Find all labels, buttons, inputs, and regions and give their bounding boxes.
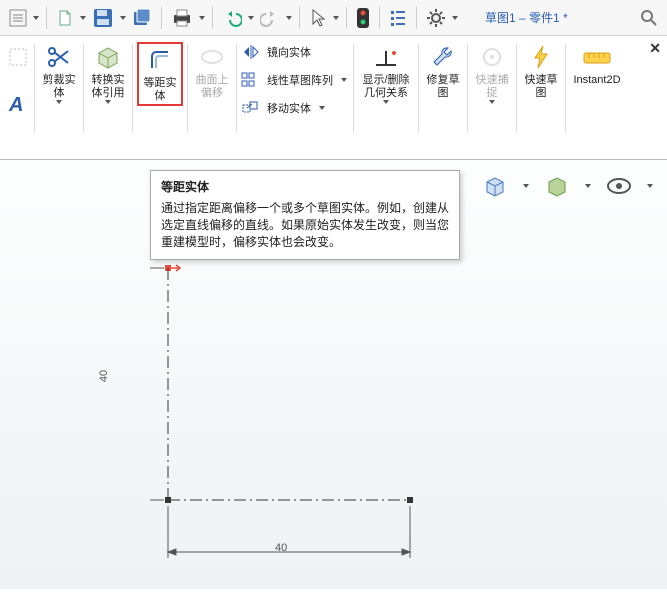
mirror-icon	[241, 42, 261, 62]
instant2d-button[interactable]: Instant2D	[570, 42, 624, 87]
dimension-horizontal[interactable]: 40	[275, 542, 287, 554]
chevron-down-icon[interactable]	[451, 16, 459, 20]
linear-pattern-button[interactable]: 线性草图阵列	[241, 70, 349, 90]
tooltip-title: 等距实体	[161, 179, 449, 196]
surface-offset-button: 曲面上偏移	[192, 42, 232, 100]
list-icon[interactable]	[386, 4, 410, 32]
chevron-down-icon[interactable]	[79, 16, 87, 20]
transform-stack: 镜向实体 线性草图阵列 移动实体	[241, 42, 349, 118]
offset-icon	[144, 45, 176, 75]
mirror-entities-button[interactable]: 镜向实体	[241, 42, 349, 62]
offset-entities-button[interactable]: 等距实体	[140, 45, 180, 103]
move-entities-button[interactable]: 移动实体	[241, 98, 349, 118]
gear-icon[interactable]	[423, 4, 449, 32]
chevron-down-icon[interactable]	[54, 100, 64, 104]
dimension-vertical[interactable]: 40	[98, 370, 110, 382]
ribbon-left-misc: A	[2, 40, 34, 120]
trim-entities-button[interactable]: 剪裁实体	[39, 42, 79, 104]
scissors-icon	[43, 42, 75, 72]
perpendicular-icon	[370, 42, 402, 72]
undo-icon[interactable]	[219, 4, 245, 32]
chevron-down-icon[interactable]	[645, 184, 655, 188]
tooltip-body: 通过指定距离偏移一个或多个草图实体。例如，创建从选定直线偏移的直线。如果原始实体…	[161, 200, 449, 251]
chevron-down-icon[interactable]	[339, 78, 349, 82]
chevron-down-icon[interactable]	[521, 184, 531, 188]
eye-icon[interactable]	[605, 172, 633, 200]
view-cube-icon[interactable]	[481, 172, 509, 200]
target-icon	[476, 42, 508, 72]
search-icon[interactable]	[637, 4, 661, 32]
surface-offset-icon	[196, 42, 228, 72]
tooltip: 等距实体 通过指定距离偏移一个或多个草图实体。例如，创建从选定直线偏移的直线。如…	[150, 170, 460, 260]
chevron-down-icon[interactable]	[583, 184, 593, 188]
cube-icon	[92, 42, 124, 72]
redo-icon[interactable]	[257, 4, 283, 32]
svg-text:A: A	[8, 94, 23, 115]
display-relations-button[interactable]: 显示/删除几何关系	[358, 42, 414, 104]
pattern-icon	[241, 70, 261, 90]
sketch-drawing	[150, 260, 490, 600]
chevron-down-icon[interactable]	[32, 16, 40, 20]
ribbon-toolbar: A 剪裁实体 转换实体引用 等距实体 曲面上偏移	[0, 36, 667, 160]
repair-sketch-button[interactable]: 修复草图	[423, 42, 463, 100]
wrench-icon	[427, 42, 459, 72]
chevron-down-icon[interactable]	[119, 16, 127, 20]
chevron-down-icon[interactable]	[332, 16, 340, 20]
quick-snap-button: 快速捕捉	[472, 42, 512, 104]
close-panel-icon[interactable]: ✕	[649, 40, 661, 57]
rapid-sketch-button[interactable]: 快速草图	[521, 42, 561, 100]
quick-access-toolbar: 草图1 – 零件1 *	[0, 0, 667, 36]
document-title: 草图1 – 零件1 *	[485, 9, 568, 26]
convert-entities-button[interactable]: 转换实体引用	[88, 42, 128, 104]
display-style-icon[interactable]	[543, 172, 571, 200]
lightning-icon	[525, 42, 557, 72]
chevron-down-icon[interactable]	[198, 16, 206, 20]
chevron-down-icon[interactable]	[103, 100, 113, 104]
chevron-down-icon[interactable]	[247, 16, 255, 20]
new-file-icon[interactable]	[53, 4, 77, 32]
save-all-icon[interactable]	[129, 4, 155, 32]
qa-menu-icon[interactable]	[6, 4, 30, 32]
chevron-down-icon[interactable]	[285, 16, 293, 20]
save-icon[interactable]	[89, 4, 117, 32]
chevron-down-icon[interactable]	[487, 100, 497, 104]
sketch-fillet-icon[interactable]	[7, 46, 29, 73]
traffic-light-icon[interactable]	[353, 4, 373, 32]
chevron-down-icon[interactable]	[317, 106, 327, 110]
text-tool-icon[interactable]: A	[6, 91, 30, 120]
move-icon	[241, 98, 261, 118]
offset-entities-highlight: 等距实体	[137, 42, 183, 106]
select-arrow-icon[interactable]	[306, 4, 330, 32]
ruler-icon	[581, 42, 613, 72]
print-icon[interactable]	[168, 4, 196, 32]
chevron-down-icon[interactable]	[381, 100, 391, 104]
view-toolbar	[481, 172, 655, 200]
